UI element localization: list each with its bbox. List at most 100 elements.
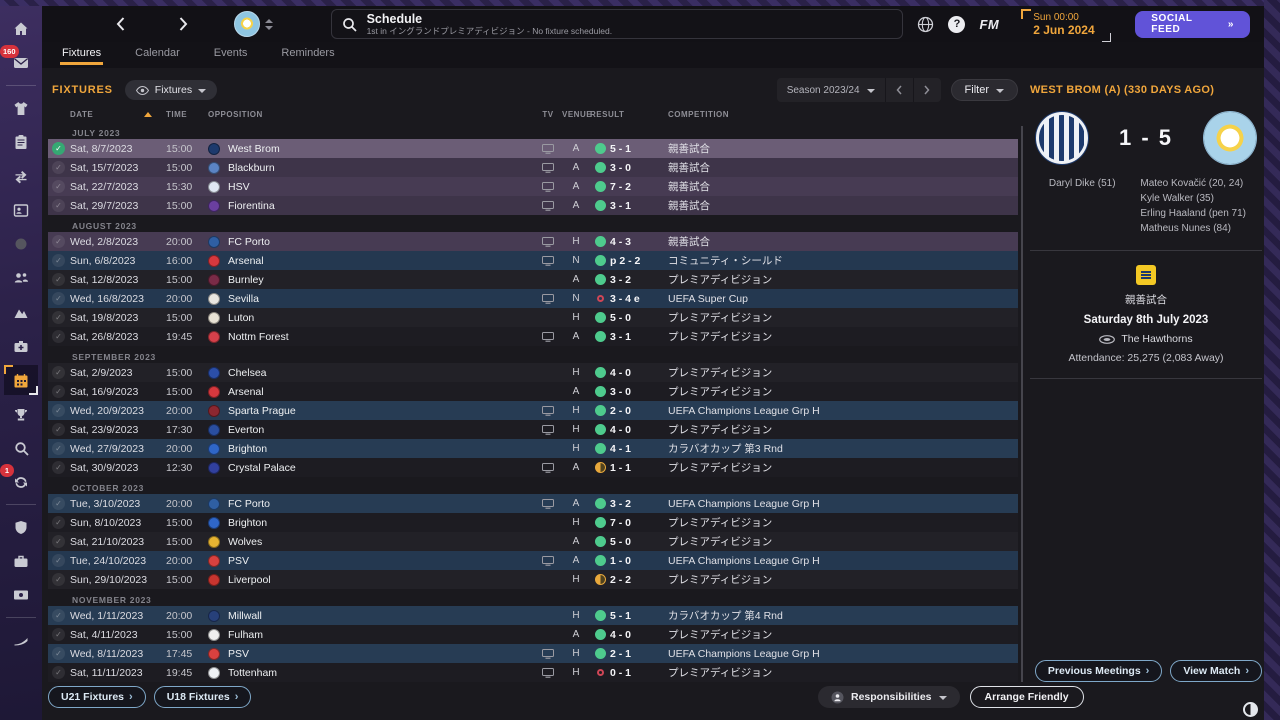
nav-forward-button[interactable] bbox=[171, 11, 196, 37]
fixture-row[interactable]: ✓ Sun, 29/10/2023 15:00 Liverpool H 2 - 2 プレミア… bbox=[48, 570, 1018, 589]
game-clock[interactable]: Sun 00:00 2 Jun 2024 bbox=[1021, 8, 1112, 42]
played-check-icon: ✓ bbox=[52, 423, 65, 436]
fixture-row[interactable]: ✓ Sat, 23/9/2023 17:30 Everton H 4 - 0 プレミアディビ… bbox=[48, 420, 1018, 439]
view-selector-dropdown[interactable]: Fixtures bbox=[124, 80, 218, 100]
tv-icon bbox=[542, 143, 554, 154]
briefcase-icon bbox=[14, 555, 28, 567]
filter-button[interactable]: Filter bbox=[950, 79, 1018, 101]
scrollbar[interactable] bbox=[1021, 126, 1023, 682]
result-indicator-icon bbox=[590, 443, 610, 454]
column-header-opposition[interactable]: OPPOSITION bbox=[208, 110, 534, 119]
sidebar-item-transfer-centre[interactable]: 1 bbox=[0, 464, 38, 497]
tab-calendar[interactable]: Calendar bbox=[133, 42, 182, 65]
fixture-row[interactable]: ✓ Wed, 16/8/2023 20:00 Sevilla N 3 - 4 e UEFA … bbox=[48, 289, 1018, 308]
season-dropdown[interactable]: Season 2023/24 bbox=[777, 85, 885, 96]
sidebar-item-inbox[interactable]: 160 bbox=[0, 45, 38, 78]
chevron-down-icon bbox=[198, 88, 207, 93]
responsibilities-button[interactable]: Responsibilities bbox=[818, 686, 960, 708]
fixture-row[interactable]: ✓ Sat, 29/7/2023 15:00 Fiorentina A 3 - 1 親善試合 bbox=[48, 196, 1018, 215]
dynamics-icon bbox=[14, 309, 28, 318]
fixture-row[interactable]: ✓ Sat, 4/11/2023 15:00 Fulham A 4 - 0 プレミアディビジ… bbox=[48, 625, 1018, 644]
column-header-venue[interactable]: VENUE bbox=[562, 110, 592, 119]
result-indicator-icon bbox=[590, 181, 610, 192]
fixture-row[interactable]: ✓ Wed, 20/9/2023 20:00 Sparta Prague H 2 - 0 U… bbox=[48, 401, 1018, 420]
chevron-up-icon bbox=[264, 18, 273, 23]
sidebar-item-tactics[interactable] bbox=[4, 127, 38, 157]
sidebar-item-club-info[interactable] bbox=[4, 512, 38, 542]
fixture-row[interactable]: ✓ Wed, 8/11/2023 17:45 PSV H 2 - 1 UEFA Champi… bbox=[48, 644, 1018, 663]
sidebar-item-transfers[interactable] bbox=[4, 161, 38, 191]
club-switcher[interactable] bbox=[264, 18, 273, 30]
fixture-row[interactable]: ✓ Tue, 3/10/2023 20:00 FC Porto A 3 - 2 UEFA C… bbox=[48, 494, 1018, 513]
sidebar-item-competitions[interactable] bbox=[4, 399, 38, 429]
u18-fixtures-button[interactable]: U18 Fixtures › bbox=[153, 686, 252, 708]
sidebar-item-schedule[interactable] bbox=[4, 365, 38, 395]
sidebar-item-home[interactable] bbox=[4, 14, 38, 44]
fixture-row[interactable]: ✓ Sat, 22/7/2023 15:30 HSV A 7 - 2 親善試合 bbox=[48, 177, 1018, 196]
column-header-time[interactable]: TIME bbox=[166, 110, 208, 119]
tab-reminders[interactable]: Reminders bbox=[279, 42, 336, 65]
month-section-label: SEPTEMBER 2023 bbox=[72, 352, 156, 362]
column-header-tv[interactable]: TV bbox=[534, 110, 562, 119]
fixture-row[interactable]: ✓ Wed, 1/11/2023 20:00 Millwall H 5 - 1 カラバオカッ… bbox=[48, 606, 1018, 625]
tab-fixtures[interactable]: Fixtures bbox=[60, 42, 104, 65]
help-button[interactable]: ? bbox=[948, 15, 966, 33]
competition-cell: プレミアディビジョン bbox=[668, 629, 773, 641]
fixture-row[interactable]: ✓ Sun, 8/10/2023 15:00 Brighton H 7 - 0 プレミアディ… bbox=[48, 513, 1018, 532]
view-match-button[interactable]: View Match › bbox=[1170, 660, 1262, 682]
column-header-result[interactable]: RESULT bbox=[590, 110, 668, 119]
sidebar-item-job-centre[interactable] bbox=[4, 546, 38, 576]
sidebar-item-touchline[interactable] bbox=[4, 625, 38, 655]
played-check-icon: ✓ bbox=[52, 199, 65, 212]
help-icon: ? bbox=[948, 15, 966, 33]
person-icon bbox=[831, 691, 844, 703]
fixture-row[interactable]: ✓ Sat, 21/10/2023 15:00 Wolves A 5 - 0 プレミアディビ… bbox=[48, 532, 1018, 551]
sidebar-item-training[interactable] bbox=[4, 195, 38, 225]
fixture-row[interactable]: ✓ Wed, 2/8/2023 20:00 FC Porto H 4 - 3 親善試合 bbox=[48, 232, 1018, 251]
fixture-row[interactable]: ✓ Sat, 15/7/2023 15:00 Blackburn A 3 - 0 親善試合 bbox=[48, 158, 1018, 177]
language-button[interactable] bbox=[917, 16, 934, 33]
fixture-row[interactable]: ✓ Sat, 19/8/2023 15:00 Luton H 5 - 0 プレミアディビジョ… bbox=[48, 308, 1018, 327]
column-header-date[interactable]: DATE bbox=[70, 110, 166, 119]
social-feed-button[interactable]: SOCIAL FEED » bbox=[1135, 10, 1250, 38]
fixture-row[interactable]: ✓ Tue, 24/10/2023 20:00 PSV A 1 - 0 UEFA Champ… bbox=[48, 551, 1018, 570]
scorer-line: Mateo Kovačić (20, 24) bbox=[1140, 178, 1244, 189]
sidebar-item-scouting[interactable] bbox=[4, 433, 38, 463]
fixture-row[interactable]: ✓ Sat, 11/11/2023 19:45 Tottenham H 0 - 1 プレミア… bbox=[48, 663, 1018, 682]
fixture-row[interactable]: ✓ Sat, 30/9/2023 12:30 Crystal Palace A 1 - 1… bbox=[48, 458, 1018, 477]
sidebar-item-medical[interactable] bbox=[4, 331, 38, 361]
previous-meetings-button[interactable]: Previous Meetings › bbox=[1034, 660, 1163, 682]
fixture-row[interactable]: ✓ Sat, 26/8/2023 19:45 Nottm Forest A 3 - 1 プレ… bbox=[48, 327, 1018, 346]
nav-back-button[interactable] bbox=[108, 11, 133, 37]
fixture-opposition: West Brom bbox=[208, 142, 534, 155]
fixture-row[interactable]: ✓ Wed, 27/9/2023 20:00 Brighton H 4 - 1 カラバオカッ… bbox=[48, 439, 1018, 458]
sidebar-item-squad[interactable] bbox=[4, 93, 38, 123]
search-icon bbox=[342, 17, 357, 32]
season-prev-button[interactable] bbox=[884, 78, 913, 102]
chevron-right-icon: › bbox=[1145, 665, 1150, 677]
fixture-time: 15:00 bbox=[166, 161, 193, 174]
fixture-row[interactable]: ✓ Sun, 6/8/2023 16:00 Arsenal Np 2 - 2 コミュニティ… bbox=[48, 251, 1018, 270]
sidebar-item-club-vision[interactable] bbox=[4, 229, 38, 259]
u21-fixtures-button[interactable]: U21 Fixtures › bbox=[48, 686, 146, 708]
column-header-competition[interactable]: COMPETITION bbox=[668, 110, 1018, 119]
page-title-box[interactable]: Schedule 1st in イングランドプレミアディビジョン - No fi… bbox=[330, 9, 904, 39]
chevron-left-icon bbox=[116, 17, 125, 31]
tab-events[interactable]: Events bbox=[212, 42, 250, 65]
venue-cell: A bbox=[572, 200, 580, 211]
fixture-date: Sat, 30/9/2023 bbox=[70, 461, 139, 474]
sidebar-item-dynamics[interactable] bbox=[4, 297, 38, 327]
sidebar-item-finances[interactable] bbox=[4, 580, 38, 610]
fixture-row[interactable]: ✓ Sat, 2/9/2023 15:00 Chelsea H 4 - 0 プレミアディビジ… bbox=[48, 363, 1018, 382]
club-crest-icon[interactable] bbox=[233, 11, 260, 37]
season-next-button[interactable] bbox=[912, 78, 941, 102]
sidebar-item-staff[interactable] bbox=[4, 263, 38, 293]
competition-cell: コミュニティ・シールド bbox=[668, 255, 783, 267]
team-badge-icon bbox=[208, 423, 220, 436]
venue-cell: H bbox=[572, 648, 580, 659]
arrange-friendly-button[interactable]: Arrange Friendly bbox=[969, 686, 1084, 708]
calendar-icon bbox=[14, 373, 28, 387]
fixture-row[interactable]: ✓ Sat, 12/8/2023 15:00 Burnley A 3 - 2 プレミアディビ… bbox=[48, 270, 1018, 289]
fixture-row[interactable]: ✓ Sat, 16/9/2023 15:00 Arsenal A 3 - 0 プレミアディビ… bbox=[48, 382, 1018, 401]
fixture-row[interactable]: ✓ Sat, 8/7/2023 15:00 West Brom A 5 - 1 親善試合 bbox=[48, 139, 1018, 158]
